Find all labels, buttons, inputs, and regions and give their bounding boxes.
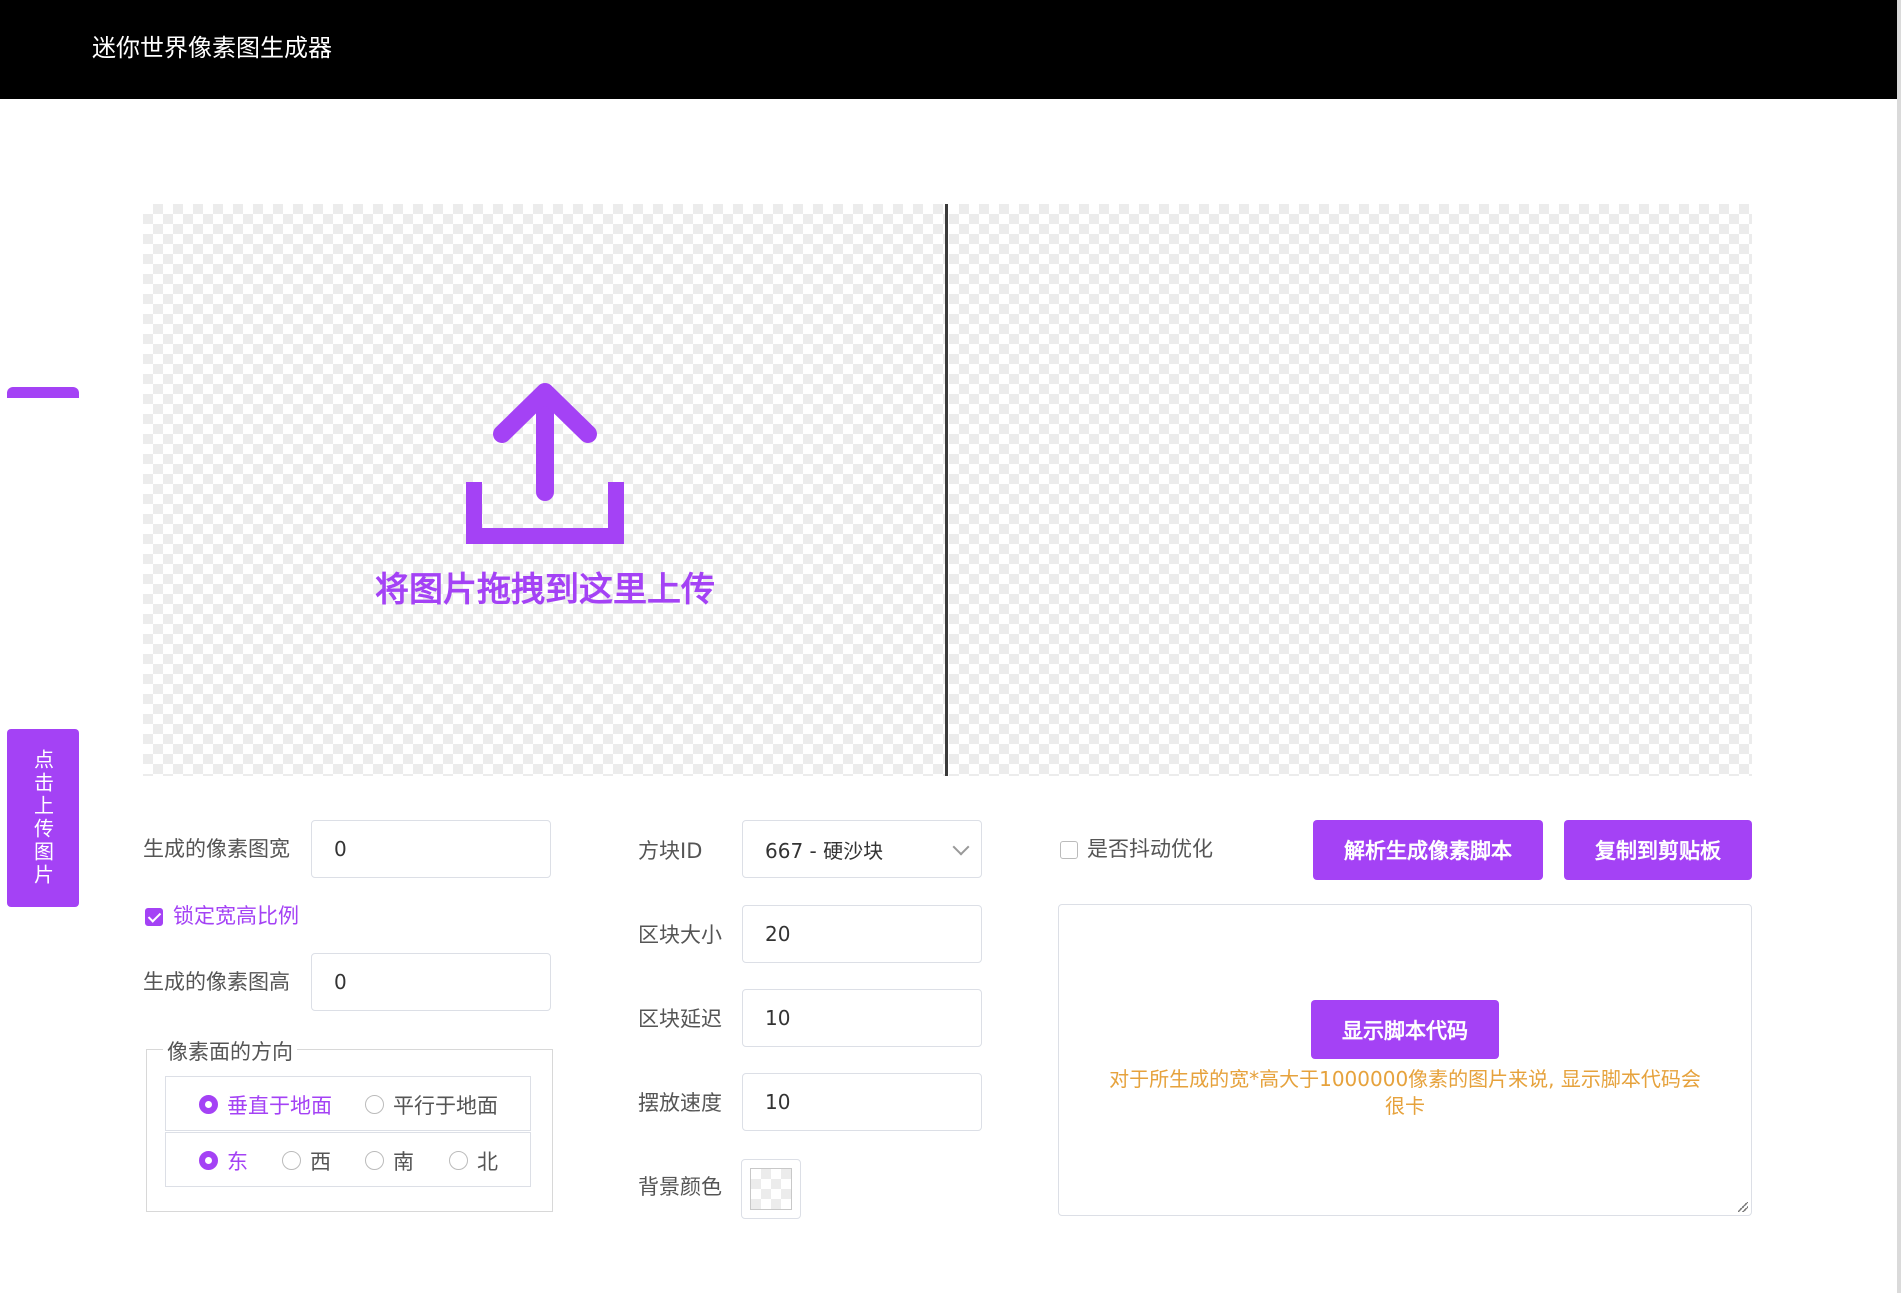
performance-warning: 对于所生成的宽*高大于1000000像素的图片来说, 显示脚本代码会很卡 xyxy=(1109,1067,1701,1118)
radio-dot xyxy=(199,1095,218,1114)
color-preview xyxy=(750,1168,792,1210)
radio-vertical[interactable]: 垂直于地面 xyxy=(199,1077,332,1132)
radio-label: 北 xyxy=(477,1149,498,1174)
radio-label: 平行于地面 xyxy=(393,1093,498,1118)
radio-east[interactable]: 东 xyxy=(199,1133,248,1188)
height-label: 生成的像素图高 xyxy=(143,970,290,994)
show-code-button[interactable]: 显示脚本代码 xyxy=(1311,1000,1499,1059)
chunk-delay-input[interactable] xyxy=(742,989,982,1047)
place-speed-label: 摆放速度 xyxy=(638,1091,722,1115)
height-input[interactable] xyxy=(311,953,551,1011)
radio-dot xyxy=(365,1151,384,1170)
width-input[interactable] xyxy=(311,820,551,878)
top-bar: 迷你世界像素图生成器 xyxy=(0,0,1897,99)
direction-legend: 像素面的方向 xyxy=(163,1036,297,1066)
pixel-preview-area xyxy=(949,204,1752,776)
side-tab[interactable] xyxy=(7,387,79,398)
radio-north[interactable]: 北 xyxy=(449,1133,498,1188)
width-label: 生成的像素图宽 xyxy=(143,837,290,861)
parse-script-button[interactable]: 解析生成像素脚本 xyxy=(1313,820,1543,880)
app-title: 迷你世界像素图生成器 xyxy=(92,34,332,62)
bg-color-label: 背景颜色 xyxy=(638,1175,722,1199)
radio-dot xyxy=(199,1151,218,1170)
chunk-delay-label: 区块延迟 xyxy=(638,1007,722,1031)
dither-checkbox[interactable] xyxy=(1060,841,1078,859)
place-speed-input[interactable] xyxy=(742,1073,982,1131)
chunk-size-input[interactable] xyxy=(742,905,982,963)
radio-dot xyxy=(282,1151,301,1170)
plane-radio-group: 垂直于地面 平行于地面 xyxy=(165,1076,531,1131)
block-id-value: 667 - 硬沙块 xyxy=(765,838,884,863)
upload-icon xyxy=(466,383,624,544)
radio-south[interactable]: 南 xyxy=(365,1133,414,1188)
radio-dot xyxy=(365,1095,384,1114)
radio-dot xyxy=(449,1151,468,1170)
chunk-size-label: 区块大小 xyxy=(638,923,722,947)
facing-radio-group: 东 西 南 北 xyxy=(165,1132,531,1187)
script-code-area[interactable] xyxy=(1058,904,1752,1216)
lock-ratio-label[interactable]: 锁定宽高比例 xyxy=(173,901,299,931)
lock-ratio-checkbox[interactable] xyxy=(145,908,163,926)
radio-label: 东 xyxy=(227,1149,248,1174)
radio-horizontal[interactable]: 平行于地面 xyxy=(365,1077,498,1132)
scrollbar[interactable] xyxy=(1897,0,1901,1293)
radio-label: 垂直于地面 xyxy=(227,1093,332,1118)
upload-side-button[interactable]: 点击上传图片 xyxy=(7,729,79,907)
radio-west[interactable]: 西 xyxy=(282,1133,331,1188)
radio-label: 南 xyxy=(393,1149,414,1174)
block-id-label: 方块ID xyxy=(638,839,703,863)
resize-handle[interactable] xyxy=(1738,1202,1748,1212)
compare-divider[interactable] xyxy=(945,204,948,776)
copy-clipboard-button[interactable]: 复制到剪贴板 xyxy=(1564,820,1752,880)
dither-label[interactable]: 是否抖动优化 xyxy=(1087,834,1213,864)
radio-label: 西 xyxy=(310,1149,331,1174)
drop-hint-text: 将图片拖拽到这里上传 xyxy=(375,570,715,610)
chevron-down-icon xyxy=(952,838,970,856)
bg-color-picker[interactable] xyxy=(741,1159,801,1219)
block-id-select[interactable]: 667 - 硬沙块 xyxy=(742,820,982,878)
